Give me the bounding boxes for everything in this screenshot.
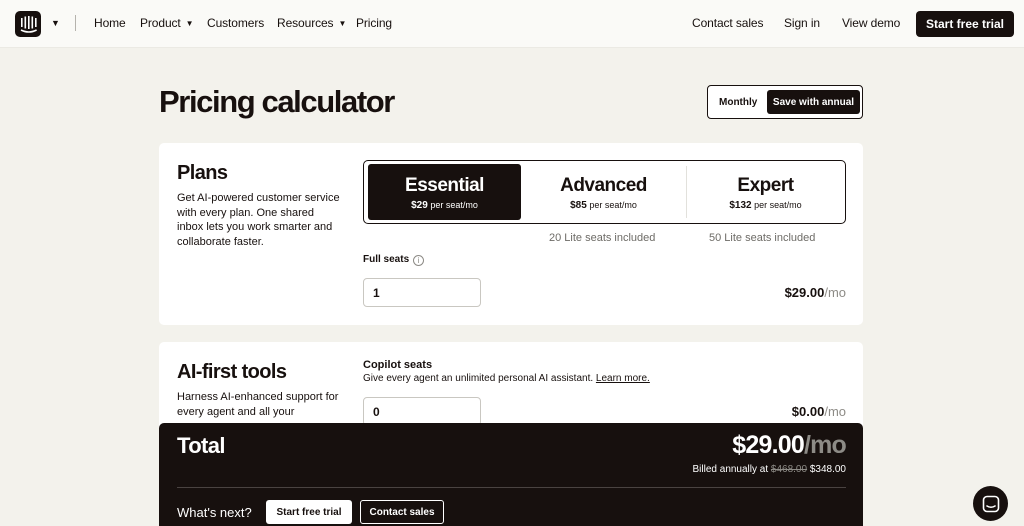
ai-line-price-per: /mo [824,404,846,419]
billed-annually-line: Billed annually at $468.00 $348.00 [693,464,846,475]
total-amount-value: $29.00 [732,431,804,459]
expert-lite-seats-note: 50 Lite seats included [709,232,816,244]
chat-launcher-icon[interactable] [973,486,1008,521]
plan-price-amount: $29 [411,200,428,211]
copilot-description-text: Give every agent an unlimited personal A… [363,373,594,384]
copilot-seats-label: Copilot seats [363,359,433,371]
advanced-lite-seats-note: 20 Lite seats included [549,232,656,244]
total-amount-per: /mo [803,431,847,459]
info-icon[interactable]: i [413,255,425,266]
nav-link-label: Home [94,16,126,30]
start-free-trial-button[interactable]: Start free trial [916,11,1014,37]
plan-name: Advanced [560,175,647,196]
chevron-down-icon: ▼ [185,19,194,28]
chevron-down-icon[interactable]: ▼ [51,18,60,28]
top-nav: ▼ Home Product ▼ Customers Resources ▼ Pri… [0,0,1024,48]
plan-price: $29 per seat/mo [368,200,521,211]
full-seats-label: Full seats i [363,254,425,266]
plan-selector: Essential $29 per seat/mo Advanced $85 p… [363,160,846,224]
nav-link-resources[interactable]: Resources ▼ [277,16,346,30]
start-free-trial-button[interactable]: Start free trial [266,500,352,524]
plan-price-unit: per seat/mo [430,200,478,210]
nav-link-label: Resources [277,16,334,30]
billed-prefix: Billed annually at [692,464,769,475]
chevron-down-icon: ▼ [338,19,347,28]
intercom-logo-icon[interactable] [15,11,41,37]
nav-link-customers[interactable]: Customers [207,16,264,30]
total-label: Total [177,433,226,458]
full-seats-label-text: Full seats [363,254,410,265]
copilot-seats-input[interactable] [363,397,481,426]
nav-divider [75,15,76,31]
plan-price: $132 per seat/mo [689,200,842,211]
billed-original-price: $468.00 [770,464,808,475]
view-demo-link[interactable]: View demo [842,16,900,30]
nav-link-pricing[interactable]: Pricing [356,16,392,30]
plan-name: Essential [405,175,484,196]
ai-line-price: $0.00/mo [792,404,846,419]
plan-tab-advanced[interactable]: Advanced $85 per seat/mo [527,164,680,220]
plan-price-amount: $132 [729,200,752,211]
contact-sales-link[interactable]: Contact sales [692,16,764,30]
copilot-description: Give every agent an unlimited personal A… [363,373,650,384]
ai-tools-description: Harness AI-enhanced support for every ag… [177,391,339,418]
plan-tab-essential[interactable]: Essential $29 per seat/mo [368,164,521,220]
total-amount: $29.00/mo [732,431,847,460]
whats-next-label: What's next? [177,505,252,520]
total-divider [177,487,846,488]
plan-price-amount: $85 [570,200,587,211]
plans-line-price: $29.00/mo [785,285,846,300]
billing-monthly-option[interactable]: Monthly [719,97,757,108]
nav-link-label: Customers [207,16,265,30]
nav-link-label: Pricing [356,16,392,30]
plan-tab-expert[interactable]: Expert $132 per seat/mo [689,164,842,220]
page-title: Pricing calculator [159,84,395,119]
plans-line-price-amount: $29.00 [784,285,825,300]
plan-divider [686,166,687,218]
ai-tools-title: AI-first tools [177,361,287,383]
nav-link-product[interactable]: Product ▼ [140,16,194,30]
learn-more-link[interactable]: Learn more. [596,373,650,384]
plans-title: Plans [177,162,228,184]
full-seats-input[interactable] [363,278,481,307]
plan-price-unit: per seat/mo [754,200,802,210]
plans-description: Get AI-powered customer service with eve… [177,192,340,248]
billing-period-toggle: Monthly Save with annual [707,85,863,119]
sign-in-link[interactable]: Sign in [784,16,820,30]
nav-link-home[interactable]: Home [94,16,126,30]
contact-sales-button[interactable]: Contact sales [360,500,444,524]
ai-line-price-amount: $0.00 [791,404,825,419]
billed-discounted-price: $348.00 [809,464,846,475]
plan-name: Expert [737,175,794,196]
total-panel: Total $29.00/mo Billed annually at $468.… [159,423,863,526]
plan-price-unit: per seat/mo [589,200,637,210]
plan-price: $85 per seat/mo [527,200,680,211]
plans-card: Plans Get AI-powered customer service wi… [159,143,863,325]
billing-annual-option[interactable]: Save with annual [767,90,860,114]
plans-line-price-per: /mo [824,285,846,300]
nav-link-label: Product [140,16,181,30]
